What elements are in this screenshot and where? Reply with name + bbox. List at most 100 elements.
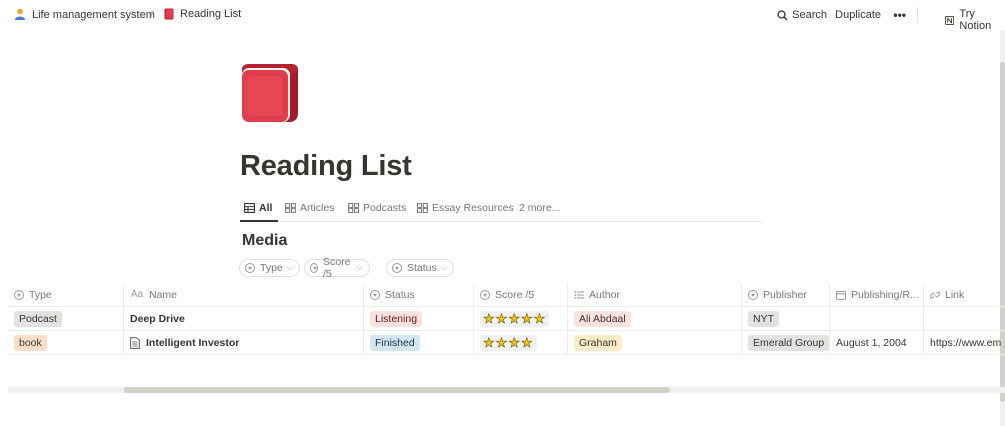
- filter-score-label: Score /5: [323, 256, 351, 280]
- breadcrumb-current[interactable]: Reading List: [164, 8, 241, 20]
- tab-articles-label: Articles: [300, 202, 335, 214]
- search-button[interactable]: Search: [777, 9, 827, 21]
- active-tab-indicator: [240, 220, 278, 222]
- table-row[interactable]: Podcast Deep Drive Listening ★ ★ ★ ★ ★ A…: [8, 307, 1005, 331]
- select-icon: [748, 289, 758, 300]
- date-value: August 1, 2004: [836, 336, 907, 349]
- link-icon: [930, 291, 940, 298]
- type-tag: book: [14, 334, 47, 351]
- horizontal-scrollbar-thumb[interactable]: [124, 387, 670, 393]
- column-header-score[interactable]: Score /5: [474, 283, 568, 306]
- select-icon: [480, 289, 490, 300]
- top-bar: Life management system / Reading List Se…: [0, 0, 1005, 32]
- column-header-name[interactable]: Aa Name: [124, 283, 364, 306]
- tab-podcasts-label: Podcasts: [363, 202, 407, 214]
- status-tag: Finished: [370, 334, 420, 351]
- tab-articles[interactable]: Articles: [285, 202, 334, 214]
- select-icon: [392, 263, 402, 273]
- gallery-icon: [285, 203, 296, 213]
- star-icon: ★: [520, 335, 533, 350]
- duplicate-label: Duplicate: [835, 9, 881, 21]
- cell-status[interactable]: Listening: [364, 307, 474, 330]
- select-icon: [245, 263, 255, 273]
- cell-link[interactable]: [924, 307, 1005, 330]
- gallery-icon: [417, 203, 428, 213]
- select-icon: [370, 289, 380, 300]
- tab-all[interactable]: All: [244, 202, 272, 214]
- row-name: Intelligent Investor: [146, 336, 240, 349]
- filter-status[interactable]: Status ⌵: [386, 259, 454, 277]
- table-row[interactable]: book Intelligent Investor Finished ★ ★ ★…: [8, 331, 1005, 355]
- try-notion-button[interactable]: Try Notion: [945, 8, 995, 32]
- database-title: Media: [242, 232, 288, 249]
- cell-author[interactable]: Ali Abdaal: [568, 307, 742, 330]
- column-header-label: Name: [149, 288, 178, 301]
- author-tag: Ali Abdaal: [574, 310, 631, 327]
- tab-essay-resources-label: Essay Resources: [432, 202, 514, 214]
- filter-type-label: Type: [260, 262, 283, 274]
- table-header: Type Aa Name Status Score /5 Author Publ…: [8, 283, 1005, 307]
- red-book-icon[interactable]: [240, 62, 300, 124]
- publisher-tag: NYT: [748, 310, 779, 327]
- cell-score[interactable]: ★ ★ ★ ★: [474, 331, 568, 354]
- breadcrumb-separator: /: [150, 8, 154, 22]
- document-icon: [130, 336, 140, 349]
- tab-all-label: All: [259, 202, 273, 214]
- status-tag: Listening: [370, 310, 423, 327]
- cell-link[interactable]: https://www.em: [924, 331, 1005, 354]
- column-header-author[interactable]: Author: [568, 283, 742, 306]
- star-icon: ★: [495, 311, 508, 326]
- duplicate-button[interactable]: Duplicate: [835, 9, 881, 21]
- column-header-label: Link: [945, 288, 965, 301]
- breadcrumb-parent[interactable]: Life management system: [14, 8, 155, 21]
- column-header-link[interactable]: Link: [924, 283, 1005, 306]
- cell-date[interactable]: August 1, 2004: [830, 331, 924, 354]
- tab-podcasts[interactable]: Podcasts: [348, 202, 406, 214]
- breadcrumb-current-label: Reading List: [180, 8, 242, 20]
- tab-more[interactable]: 2 more...: [519, 202, 560, 214]
- tab-essay-resources[interactable]: Essay Resources: [417, 202, 514, 214]
- divider: [917, 7, 918, 23]
- calendar-icon: [836, 290, 846, 300]
- cell-score[interactable]: ★ ★ ★ ★ ★: [474, 307, 568, 330]
- cell-type[interactable]: Podcast: [8, 307, 124, 330]
- cell-publisher[interactable]: NYT: [742, 307, 830, 330]
- gallery-icon: [348, 203, 359, 213]
- cell-status[interactable]: Finished: [364, 331, 474, 354]
- text-aa-icon: Aa: [130, 288, 144, 300]
- list-icon: [574, 290, 584, 299]
- cell-date[interactable]: [830, 307, 924, 330]
- star-icon: ★: [508, 311, 520, 326]
- more-icon: •••: [893, 8, 906, 22]
- score-tag: ★ ★ ★ ★: [480, 334, 537, 351]
- cell-publisher[interactable]: Emerald Group: [742, 331, 830, 354]
- type-tag: Podcast: [14, 310, 62, 327]
- chevron-down-icon: ⌵: [356, 263, 363, 272]
- person-icon: [15, 8, 25, 20]
- star-icon: ★: [483, 335, 495, 350]
- column-header-label: Type: [29, 288, 52, 301]
- cell-type[interactable]: book: [8, 331, 124, 354]
- view-tabs: All Articles Podcasts Essay Resources 2 …: [240, 198, 762, 222]
- star-icon: ★: [533, 311, 546, 326]
- search-label: Search: [792, 9, 827, 21]
- select-icon: [310, 263, 319, 273]
- column-header-status[interactable]: Status: [364, 283, 474, 306]
- column-header-publisher[interactable]: Publisher: [742, 283, 830, 306]
- breadcrumb-parent-label: Life management system: [32, 8, 155, 21]
- column-header-label: Status: [385, 288, 415, 301]
- column-header-label: Publishing/R...: [851, 288, 919, 301]
- star-icon: ★: [520, 311, 533, 326]
- filter-score[interactable]: Score /5 ⌵: [304, 256, 370, 280]
- cell-name[interactable]: Deep Drive: [124, 307, 364, 330]
- filter-type[interactable]: Type ⌵: [239, 259, 300, 277]
- column-header-type[interactable]: Type: [8, 283, 124, 306]
- cell-author[interactable]: Graham: [568, 331, 742, 354]
- more-button[interactable]: •••: [893, 8, 906, 22]
- tab-more-label: 2 more...: [519, 202, 561, 214]
- star-icon: ★: [495, 335, 508, 350]
- column-header-publishing-date[interactable]: Publishing/R...: [830, 283, 924, 306]
- link-value: https://www.em: [930, 336, 1002, 349]
- table-icon: [244, 203, 255, 213]
- cell-name[interactable]: Intelligent Investor: [124, 331, 364, 354]
